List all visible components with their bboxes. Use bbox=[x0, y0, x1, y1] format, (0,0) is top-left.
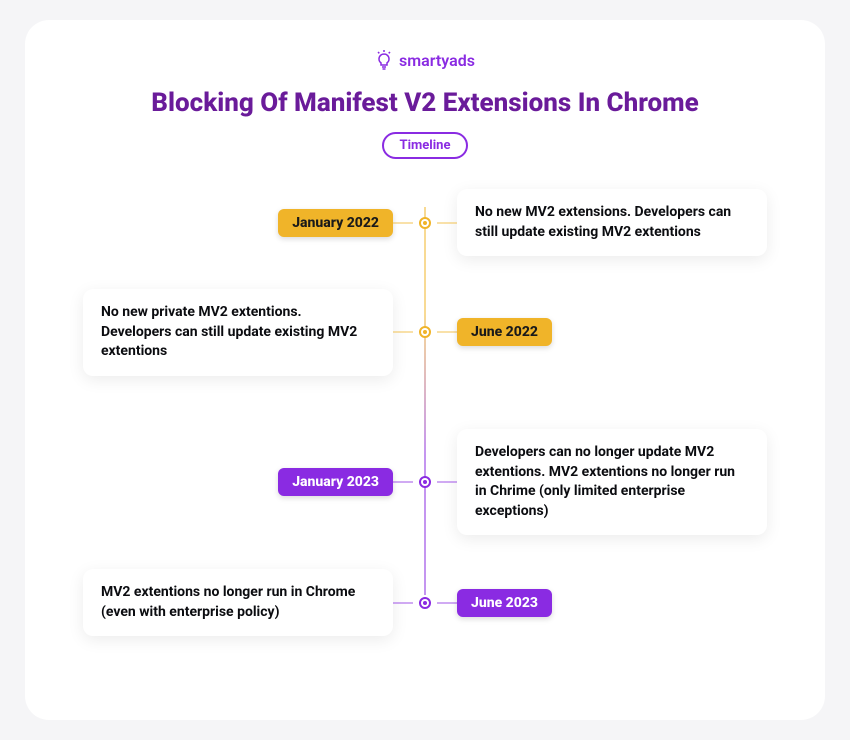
event-description: No new private MV2 extentions. Developer… bbox=[83, 289, 393, 376]
timeline-container: January 2022 No new MV2 extensions. Deve… bbox=[65, 189, 785, 689]
timeline-badge: Timeline bbox=[382, 132, 469, 159]
event-description: MV2 extentions no longer run in Chrome (… bbox=[83, 569, 393, 636]
timeline-card: smartyads Blocking Of Manifest V2 Extens… bbox=[25, 20, 825, 720]
timeline-dot-icon bbox=[419, 326, 431, 338]
brand-name: smartyads bbox=[399, 51, 475, 70]
timeline-dot-icon bbox=[419, 217, 431, 229]
lightbulb-icon bbox=[375, 50, 393, 70]
timeline-dot-icon bbox=[419, 476, 431, 488]
event-description: Developers can no longer update MV2 exte… bbox=[457, 429, 767, 535]
date-pill: June 2022 bbox=[457, 318, 552, 346]
date-pill: January 2023 bbox=[278, 468, 393, 496]
page-title: Blocking Of Manifest V2 Extensions In Ch… bbox=[65, 88, 785, 118]
logo: smartyads bbox=[65, 50, 785, 70]
date-pill: January 2022 bbox=[278, 209, 393, 237]
date-pill: June 2023 bbox=[457, 589, 552, 617]
timeline-dot-icon bbox=[419, 597, 431, 609]
event-description: No new MV2 extensions. Developers can st… bbox=[457, 189, 767, 256]
